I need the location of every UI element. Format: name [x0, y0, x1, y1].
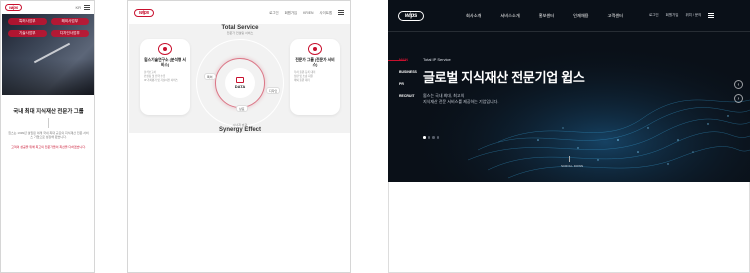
mobile-title: 국내 최대 지식재산 전문가 그룹 [13, 109, 84, 115]
section-pr[interactable]: PR [399, 82, 417, 86]
tablet-preview: wips 로그인 회원가입 KR/EN 사이트맵 Total Service 전… [127, 0, 351, 273]
hero-kicker: Total IP Service [423, 57, 451, 62]
signup-link[interactable]: 회원가입 [666, 13, 679, 18]
menu-icon[interactable] [338, 10, 344, 15]
mobile-btn-tech[interactable]: 기술사업부 [8, 30, 47, 37]
tablet-header: wips 로그인 회원가입 KR/EN 사이트맵 [128, 1, 350, 24]
login-link[interactable]: 로그인 [649, 13, 659, 18]
mobile-btn-overseas[interactable]: 해외사업부 [50, 18, 89, 25]
database-icon [236, 77, 244, 83]
divider [48, 118, 49, 128]
mobile-hero: 특허사업부 해외사업부 기술사업부 디자인사업부 [2, 14, 94, 95]
lab-icon [158, 43, 172, 55]
section-recruit[interactable]: RECRUIT [399, 94, 417, 98]
pill-patent: 특허 [204, 73, 216, 80]
menu-icon[interactable] [84, 5, 90, 10]
login-link[interactable]: 로그인 [269, 10, 278, 15]
signup-link[interactable]: 회원가입 [285, 10, 297, 15]
section-main[interactable]: MAIN [388, 58, 417, 62]
card-research-lab[interactable]: 윕스기술연구소 (분석형 서비스) 분석보고서 컨설팅 및 전략 수립 IP 가… [140, 39, 190, 115]
nav-recruit[interactable]: 인재채용 [573, 13, 588, 19]
core-label: DATA [234, 84, 246, 89]
utility-links: 로그인 회원가입 위치 / 문의 [649, 13, 715, 18]
data-core: DATA [225, 68, 255, 98]
section-indicator: MAIN BUSINESS PR RECRUIT [388, 58, 417, 98]
scroll-down-label[interactable]: SCROLL DOWN [561, 156, 583, 168]
main-nav: 회사소개 서비스소개 홍보센터 인재채용 고객센터 [466, 13, 623, 19]
location-link[interactable]: 위치 / 문의 [686, 13, 702, 18]
mobile-body-text: 윕스는 1999년 설립된 이래 국내 최대 규모의 지식재산 전문 서비스 기… [8, 131, 89, 139]
sitemap-link[interactable]: 사이트맵 [320, 10, 332, 15]
total-service-diagram: Total Service 전문가 컨설팅 서비스 DATA 특허 디자인 상표… [129, 24, 350, 133]
mobile-header: wips KR [1, 1, 94, 14]
hero-desc-line1: 윕스는 국내 최대, 최고의 [423, 93, 465, 98]
next-slide-icon[interactable]: › [734, 94, 743, 103]
slide-dot[interactable] [436, 136, 439, 139]
card-expert-group[interactable]: 전문가 그룹 (전문가 서비스) 특허 출원·등록 대리 심판 및 소송 지원 … [290, 39, 340, 115]
desktop-blank-area [388, 182, 750, 273]
language-selector[interactable]: KR [75, 5, 81, 10]
mobile-preview: wips KR 특허사업부 해외사업부 기술사업부 디자인사업부 국내 최대 지… [0, 0, 95, 273]
nav-support[interactable]: 고객센터 [608, 13, 623, 19]
menu-icon[interactable] [708, 13, 715, 18]
hero-headline: 글로벌 지식재산 전문기업 윕스 [423, 70, 585, 85]
desktop-header: wips 회사소개 서비스소개 홍보센터 인재채용 고객센터 로그인 회원가입 … [388, 0, 750, 32]
pill-trademark: 상표 [236, 105, 248, 112]
total-service-subtitle: 전문가 컨설팅 서비스 [226, 31, 254, 35]
nav-services[interactable]: 서비스소개 [500, 13, 519, 19]
prev-slide-icon[interactable]: ‹ [734, 80, 743, 89]
hero-section: wips 회사소개 서비스소개 홍보센터 인재채용 고객센터 로그인 회원가입 … [388, 0, 750, 182]
wips-logo[interactable]: wips [134, 8, 154, 17]
card-title: 전문가 그룹 (전문가 서비스) [295, 58, 335, 67]
nav-pr[interactable]: 홍보센터 [539, 13, 554, 19]
active-bar [388, 60, 406, 61]
card-title: 윕스기술연구소 (분석형 서비스) [144, 58, 186, 67]
slide-dot[interactable] [427, 136, 430, 139]
slide-pagination [423, 136, 439, 139]
mobile-btn-design[interactable]: 디자인사업부 [50, 30, 89, 37]
expert-icon [308, 43, 322, 55]
card-item: 해외 출원 대리 [294, 79, 310, 82]
nav-about[interactable]: 회사소개 [466, 13, 481, 19]
slide-dot[interactable] [423, 136, 426, 139]
hero-copy: Total IP Service 글로벌 지식재산 전문기업 윕스 윕스는 국내… [423, 57, 585, 105]
mobile-intro: 국내 최대 지식재산 전문가 그룹 윕스는 1999년 설립된 이래 국내 최대… [2, 95, 94, 149]
synergy-title: Synergy Effect [218, 127, 261, 133]
wips-logo[interactable]: wips [398, 10, 424, 21]
wips-logo[interactable]: wips [5, 4, 22, 11]
section-business[interactable]: BUSINESS [399, 70, 417, 74]
card-item: IP 가치평가 및 기술이전 서비스 [144, 79, 178, 82]
pen-image [33, 42, 71, 64]
pill-design: 디자인 [266, 87, 281, 94]
hero-desc-line2: 지식재산 전문 서비스를 제공하는 기업입니다. [423, 99, 499, 104]
desktop-preview: wips 회사소개 서비스소개 홍보센터 인재채용 고객센터 로그인 회원가입 … [388, 0, 750, 273]
language-link[interactable]: KR/EN [303, 11, 313, 15]
slide-dot[interactable] [432, 136, 435, 139]
mobile-btn-patent[interactable]: 특허사업부 [8, 18, 47, 25]
mobile-body-red-text: 고객의 성공을 위해 최고의 전문가들이 최선을 다하겠습니다. [11, 145, 86, 149]
